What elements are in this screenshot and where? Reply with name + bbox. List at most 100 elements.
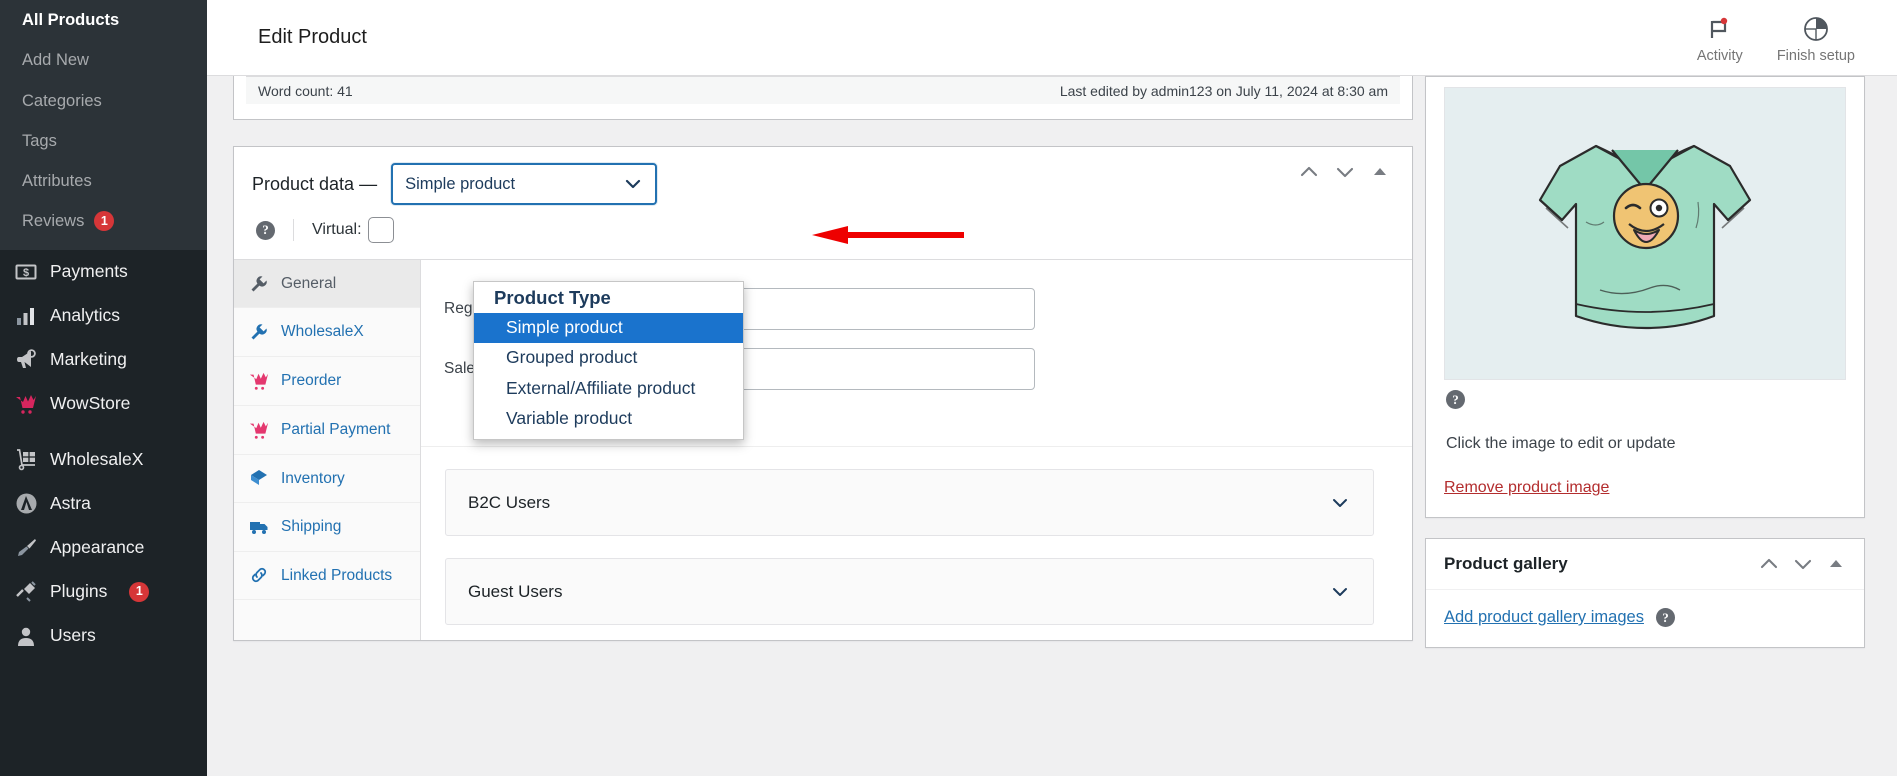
tab-general[interactable]: General: [234, 260, 420, 308]
accordion-b2c-users[interactable]: B2C Users: [445, 469, 1374, 536]
dropdown-option-grouped-product[interactable]: Grouped product: [474, 343, 743, 373]
paintbrush-icon: [14, 536, 38, 560]
tab-inventory[interactable]: Inventory: [234, 455, 420, 503]
sidebar-item-label: WowStore: [50, 392, 130, 415]
tab-wholesalex[interactable]: WholesaleX: [234, 308, 420, 356]
sidebar-item-label: Payments: [50, 260, 128, 283]
admin-sidebar: All Products Add New Categories Tags Att…: [0, 0, 207, 776]
sidebar-item-users[interactable]: Users: [0, 614, 207, 658]
last-edited-info: Last edited by admin123 on July 11, 2024…: [1060, 83, 1388, 99]
wrench-icon: [248, 275, 270, 293]
move-up-icon[interactable]: [1298, 161, 1320, 183]
menu-separator: [0, 426, 207, 438]
help-icon[interactable]: ?: [1446, 390, 1465, 409]
tab-preorder[interactable]: Preorder: [234, 357, 420, 406]
sidebar-item-tags[interactable]: Tags: [0, 121, 207, 161]
payments-icon: $: [14, 260, 38, 284]
page-title: Edit Product: [258, 26, 367, 49]
sidebar-item-label: Plugins: [50, 580, 107, 603]
user-icon: [14, 624, 38, 648]
divider: [421, 446, 1412, 447]
sidebar-item-appearance[interactable]: Appearance: [0, 526, 207, 570]
move-down-icon[interactable]: [1792, 553, 1814, 575]
accordion-title: B2C Users: [468, 493, 550, 513]
add-product-gallery-images-link[interactable]: Add product gallery images: [1444, 608, 1644, 627]
dropdown-option-variable-product[interactable]: Variable product: [474, 404, 743, 434]
link-icon: [248, 566, 270, 584]
divider: [293, 219, 294, 241]
activity-label: Activity: [1697, 48, 1743, 64]
analytics-bars-icon: [14, 304, 38, 328]
main-content: Word count: 41 Last edited by admin123 o…: [233, 76, 1413, 776]
product-image-panel: ? Click the image to edit or update Remo…: [1425, 76, 1865, 518]
move-up-icon[interactable]: [1758, 553, 1780, 575]
product-image-caption: Click the image to edit or update: [1444, 409, 1846, 453]
tab-linked-products[interactable]: Linked Products: [234, 552, 420, 600]
megaphone-icon: [14, 348, 38, 372]
sidebar-item-astra[interactable]: Astra: [0, 482, 207, 526]
tab-partial-payment[interactable]: Partial Payment: [234, 406, 420, 455]
sidebar-item-label: Categories: [22, 90, 102, 112]
help-icon[interactable]: ?: [1656, 608, 1675, 627]
sidebar-item-label: WholesaleX: [50, 448, 143, 471]
move-down-icon[interactable]: [1334, 161, 1356, 183]
product-type-select[interactable]: Simple product: [391, 163, 657, 205]
sidebar-item-wowstore[interactable]: WowStore: [0, 382, 207, 426]
help-icon[interactable]: ?: [256, 221, 275, 240]
toggle-panel-icon[interactable]: [1826, 554, 1846, 574]
reviews-count-badge: 1: [94, 211, 114, 231]
editor-status-bar: Word count: 41 Last edited by admin123 o…: [233, 76, 1413, 120]
chevron-down-icon: [1329, 492, 1351, 514]
wowstore-cart-icon: [14, 392, 38, 416]
tab-label: Shipping: [281, 517, 341, 536]
sidebar-item-label: Attributes: [22, 170, 92, 192]
page-header: Edit Product Activity Finish: [207, 0, 1897, 76]
header-actions: Activity Finish setup: [1697, 11, 1897, 64]
dropdown-option-external-affiliate-product[interactable]: External/Affiliate product: [474, 374, 743, 404]
flag-activity-icon: [1705, 15, 1735, 45]
panel-handle-actions: [1298, 161, 1390, 183]
chevron-down-icon: [623, 174, 643, 194]
sidebar-item-marketing[interactable]: Marketing: [0, 338, 207, 382]
tab-shipping[interactable]: Shipping: [234, 503, 420, 551]
product-image[interactable]: [1444, 87, 1846, 380]
product-data-tabs: General WholesaleX: [234, 260, 421, 640]
inventory-icon: [248, 469, 270, 487]
plugins-count-badge: 1: [129, 582, 149, 602]
tab-label: WholesaleX: [281, 322, 364, 341]
sidebar-item-categories[interactable]: Categories: [0, 81, 207, 121]
finish-setup-label: Finish setup: [1777, 48, 1855, 64]
products-submenu: All Products Add New Categories Tags Att…: [0, 0, 207, 250]
wholesalex-dolly-icon: [14, 448, 38, 472]
product-type-options-row: ? Virtual:: [234, 213, 1412, 260]
activity-button[interactable]: Activity: [1697, 15, 1743, 64]
sidebar-item-label: All Products: [22, 9, 119, 31]
remove-product-image-link[interactable]: Remove product image: [1444, 479, 1609, 497]
finish-setup-button[interactable]: Finish setup: [1777, 15, 1855, 64]
virtual-label: Virtual:: [312, 221, 362, 239]
sidebar-item-attributes[interactable]: Attributes: [0, 161, 207, 201]
wrench-icon: [248, 323, 270, 341]
sidebar-item-add-new[interactable]: Add New: [0, 40, 207, 80]
product-data-panels: General WholesaleX: [234, 260, 1412, 640]
side-column: ? Click the image to edit or update Remo…: [1425, 76, 1865, 668]
sidebar-item-wholesalex[interactable]: WholesaleX: [0, 438, 207, 482]
wowstore-cart-icon: [248, 371, 270, 391]
tab-label: Inventory: [281, 469, 345, 488]
word-count: Word count: 41: [258, 83, 353, 99]
astra-icon: [14, 492, 38, 516]
sidebar-item-plugins[interactable]: Plugins 1: [0, 570, 207, 614]
sidebar-item-all-products[interactable]: All Products: [0, 0, 207, 40]
product-gallery-title: Product gallery: [1444, 554, 1568, 574]
dropdown-option-simple-product[interactable]: Simple product: [474, 313, 743, 343]
sidebar-item-analytics[interactable]: Analytics: [0, 294, 207, 338]
sidebar-item-reviews[interactable]: Reviews 1: [0, 201, 207, 241]
tab-label: Linked Products: [281, 566, 392, 585]
toggle-panel-icon[interactable]: [1370, 162, 1390, 182]
accordion-guest-users[interactable]: Guest Users: [445, 558, 1374, 625]
sidebar-item-payments[interactable]: $ Payments: [0, 250, 207, 294]
product-type-dropdown-list[interactable]: Product Type Simple product Grouped prod…: [473, 281, 744, 440]
product-data-title: Product data —: [252, 174, 377, 195]
virtual-checkbox[interactable]: [368, 217, 394, 243]
tab-label: General: [281, 274, 336, 293]
